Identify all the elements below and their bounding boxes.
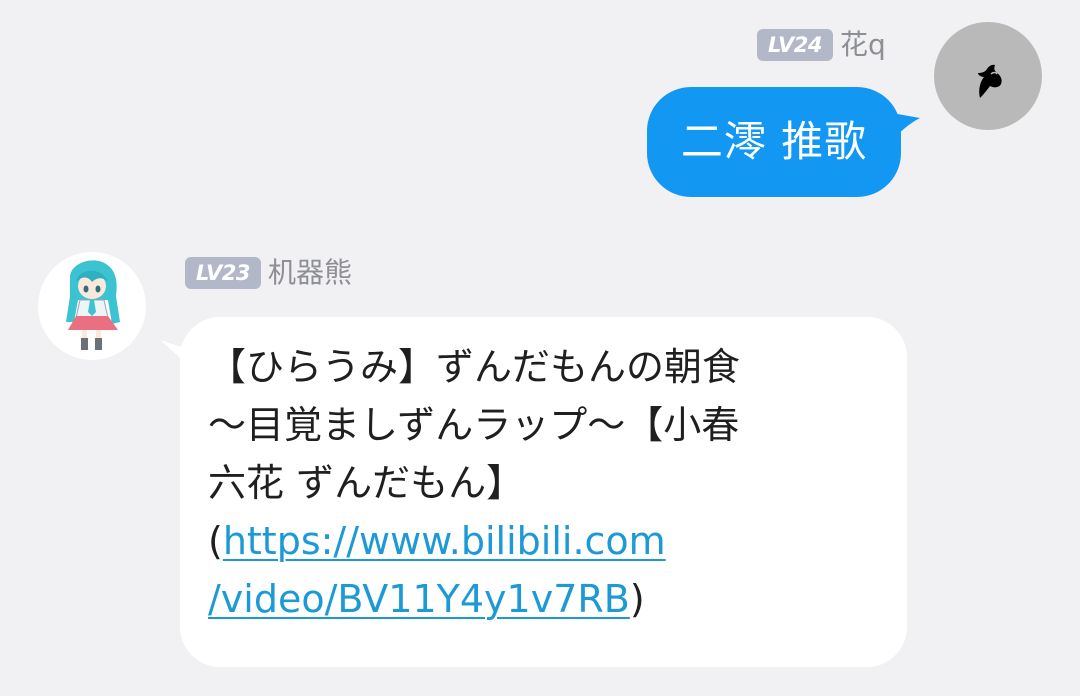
message-bubble-outgoing[interactable]: 二澪 推歌 <box>647 87 901 197</box>
message-bubble-incoming[interactable]: 【ひらうみ】ずんだもんの朝食 〜目覚ましずんラップ〜【小春 六花 ずんだもん】 … <box>180 317 907 667</box>
message-link-continued[interactable]: /video/BV11Y4y1v7RB <box>208 577 630 621</box>
link-open-paren: ( <box>208 519 223 563</box>
message-text: 二澪 推歌 <box>680 117 868 166</box>
bird-icon <box>978 64 1002 98</box>
message-text-line: 〜目覚ましずんラップ〜【小春 <box>208 403 740 447</box>
level-badge: LV23 <box>185 257 261 289</box>
message-link-line: /video/BV11Y4y1v7RB) <box>208 570 887 628</box>
anime-girl-icon <box>66 260 120 350</box>
message-link[interactable]: https://www.bilibili.com <box>223 519 666 563</box>
link-close-paren: ) <box>629 577 645 621</box>
sender-avatar[interactable] <box>934 22 1042 130</box>
message-text-line: 【ひらうみ】ずんだもんの朝食 <box>208 345 741 389</box>
message-link-line: (https://www.bilibili.com <box>208 512 887 570</box>
sender-nickname[interactable]: 机器熊 <box>268 255 352 291</box>
sender-nickname[interactable]: 花q <box>840 27 886 63</box>
message-text-line: 六花 ずんだもん】 <box>208 461 525 505</box>
level-badge: LV24 <box>757 29 833 61</box>
sender-avatar[interactable] <box>38 252 146 360</box>
